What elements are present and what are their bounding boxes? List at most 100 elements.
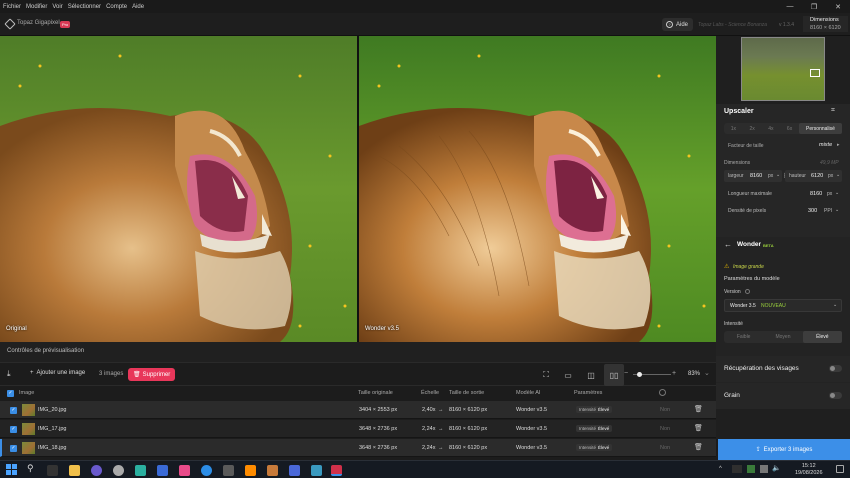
delete-label: Supprimer [142,371,171,378]
beta-badge: BETA [763,243,774,248]
fit-view-icon[interactable]: ⛶ [536,364,556,386]
menu-compte[interactable]: Compte [106,4,127,10]
app-icon-5[interactable] [179,465,190,476]
crop-icon[interactable]: ⌗ [831,107,835,115]
upscaler-title: Upscaler [724,108,754,115]
table-row[interactable]: ✓ IMG_20.jpg 3404 × 2553 px 2,40x → 8160… [0,401,716,419]
collapse-icon[interactable]: ⤓ [7,369,11,379]
intensity-medium[interactable]: Moyen [763,331,802,343]
menu-modifier[interactable]: Modifier [26,4,47,10]
search-icon[interactable]: ⚲ [27,463,34,474]
row-output-size: 8160 × 6120 px [449,426,488,432]
notifications-icon[interactable] [836,465,844,473]
clock[interactable]: 15:12 19/08/2026 [795,463,823,477]
navigator-viewport[interactable] [810,69,820,77]
col-original-size[interactable]: Taille originale [358,390,393,396]
height-field[interactable]: hauteur 6120 px ⌄ [785,170,842,182]
add-image-button[interactable]: + Ajouter une image [30,370,85,376]
app-icon-6[interactable] [223,465,234,476]
app-icon-8[interactable] [311,465,322,476]
version-select[interactable]: Wonder 3.5 NOUVEAU ⌄ [724,299,842,312]
intensity-selector[interactable]: Faible Moyen Élevé [724,331,842,343]
side-by-side-icon[interactable]: ◫ [581,364,601,386]
gigapixel-taskbar-icon[interactable] [331,465,342,476]
preview-controls-bar[interactable]: Contrôles de prévisualisation [0,342,716,362]
vlc-icon[interactable] [245,465,256,476]
scale-selector[interactable]: 1x 2x 4x 6x Personnalisé [724,123,843,134]
row-checkbox[interactable]: ✓ [10,407,17,414]
help-button[interactable]: ? Aide [662,18,694,31]
width-field[interactable]: largeur 8160 px ⌄ [724,170,782,182]
scale-6x[interactable]: 6x [780,123,799,134]
col-ai-model[interactable]: Modèle AI [516,390,540,396]
row-checkbox[interactable]: ✓ [10,445,17,452]
zoom-level[interactable]: 83% [688,371,700,377]
lion-original-image [0,36,357,342]
zoom-slider-handle[interactable] [637,372,642,377]
info-icon: ? [666,21,673,28]
restore-icon[interactable]: ❐ [802,0,826,13]
app-icon-4[interactable] [157,465,168,476]
row-trash-icon[interactable]: 🗑 [694,424,703,432]
preview-area[interactable]: Original Wonder v3.5 [0,36,716,342]
tray-chevron-icon[interactable]: ^ [719,466,722,472]
close-icon[interactable]: ✕ [826,0,850,13]
menu-fichier[interactable]: Fichier [3,4,21,10]
tray-icon-1[interactable] [732,465,742,473]
back-arrow-icon[interactable]: ← [724,240,732,249]
col-output-size[interactable]: Taille de sortie [449,390,484,396]
table-row[interactable]: ✓ IMG_17.jpg 3648 × 2736 px 2,24x → 8160… [0,420,716,438]
max-length-field[interactable]: Longueur maximale 8160 px ⌄ [724,188,842,200]
file-explorer-icon[interactable] [69,465,80,476]
version-info-icon[interactable] [745,289,750,294]
table-row[interactable]: ✓ IMG_18.jpg 3648 × 2736 px 2,24x → 8160… [0,439,716,457]
navigator-thumbnail[interactable] [741,37,825,101]
scale-2x[interactable]: 2x [743,123,762,134]
intensity-high[interactable]: Élevé [802,331,842,343]
app-icon-2[interactable] [113,465,124,476]
scale-1x[interactable]: 1x [724,123,743,134]
app-icon-7[interactable] [267,465,278,476]
minimize-icon[interactable]: — [778,0,802,13]
col-image[interactable]: Image [19,390,34,396]
row-scale: 2,24x [422,426,436,432]
row-trash-icon[interactable]: 🗑 [694,443,703,451]
clock-date: 19/08/2026 [795,470,823,476]
scale-4x[interactable]: 4x [761,123,780,134]
grain-toggle[interactable] [829,392,842,399]
zoom-out-icon[interactable]: − [624,370,628,377]
col-parameters[interactable]: Paramètres [574,390,602,396]
menu-voir[interactable]: Voir [52,4,62,10]
single-view-icon[interactable]: ▭ [558,364,578,386]
row-trash-icon[interactable]: 🗑 [694,405,703,413]
delete-button[interactable]: 🗑 Supprimer [128,368,176,381]
split-view-icon[interactable]: ▯▯ [604,364,624,386]
row-face-recovery: Non [660,426,671,432]
zoom-in-icon[interactable]: + [672,370,676,377]
volume-icon[interactable]: 🔈 [772,464,781,472]
pixel-density-field[interactable]: Densité de pixels 300 PPI ⌄ [724,205,842,217]
face-recovery-toggle[interactable] [829,365,842,372]
menu-selectionner[interactable]: Sélectionner [68,4,101,10]
tray-icon-3[interactable] [760,465,768,473]
app-icon-3[interactable] [135,465,146,476]
tray-icon-2[interactable] [747,465,755,473]
task-view-icon[interactable] [47,465,58,476]
select-all-checkbox[interactable]: ✓ [7,390,14,397]
factor-value[interactable]: mixte [819,142,832,148]
teams-icon[interactable] [289,465,300,476]
row-checkbox[interactable]: ✓ [10,426,17,433]
export-button[interactable]: ⇪ Exporter 3 images [718,439,850,460]
face-icon [659,389,666,396]
chevron-down-icon[interactable]: ⌄ [704,369,710,377]
col-scale[interactable]: Échelle [421,390,439,396]
intensity-low[interactable]: Faible [724,331,763,343]
dimensions-value: 8160 × 6120 [810,25,841,31]
enhanced-preview: Wonder v3.5 [359,36,716,342]
menu-aide[interactable]: Aide [132,4,144,10]
scale-custom[interactable]: Personnalisé [798,123,843,134]
windows-start-icon[interactable] [6,464,17,475]
edge-icon[interactable] [201,465,212,476]
app-icon-1[interactable] [91,465,102,476]
zoom-slider[interactable] [633,372,671,377]
